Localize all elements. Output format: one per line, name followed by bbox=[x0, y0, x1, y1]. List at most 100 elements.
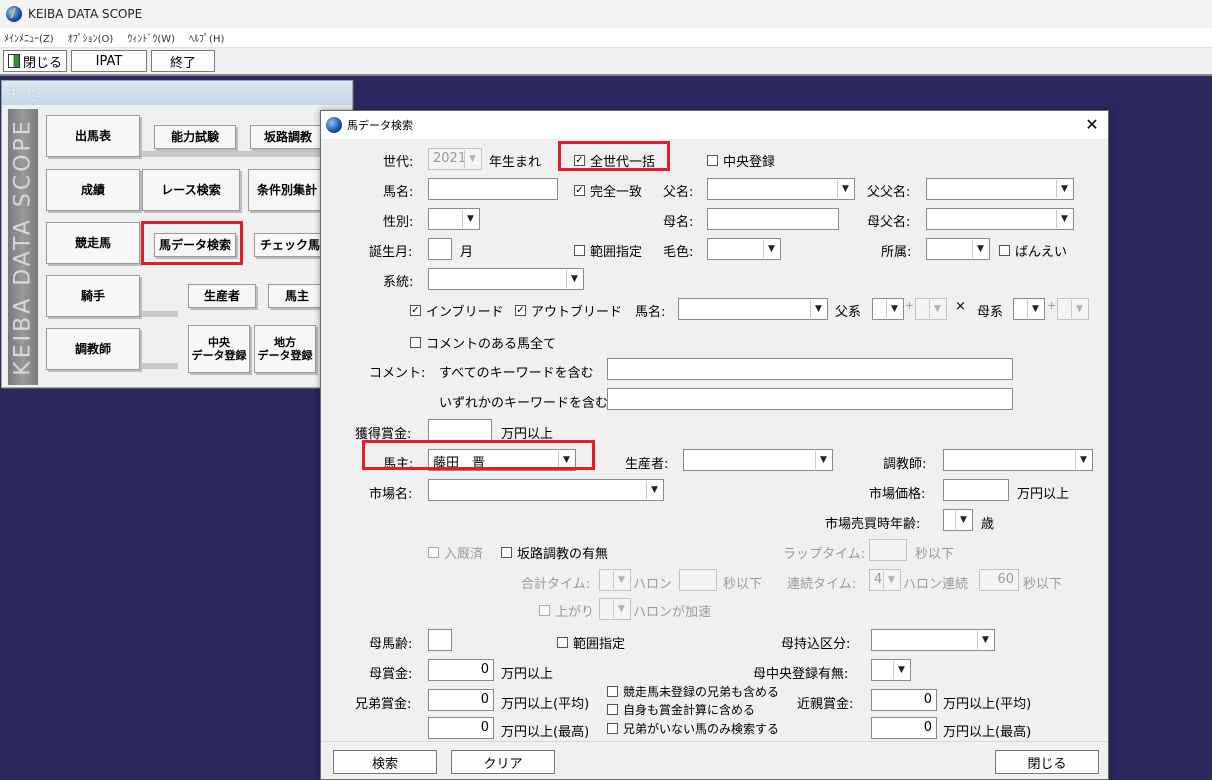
rising-checkbox[interactable]: 上がり bbox=[539, 601, 594, 620]
include-unreg-siblings-checkbox[interactable]: 競走馬未登録の兄弟も含める bbox=[607, 683, 779, 700]
sire-name-select[interactable]: ▼ bbox=[707, 178, 855, 200]
app-titlebar: KEIBA DATA SCOPE bbox=[0, 0, 1212, 28]
start-btn-horse-data-search[interactable]: 馬データ検索 bbox=[154, 233, 236, 257]
market-price-input[interactable] bbox=[943, 479, 1009, 501]
include-unreg-siblings-label: 競走馬未登録の兄弟も含める bbox=[623, 685, 780, 699]
central-reg-checkbox[interactable]: 中央登録 bbox=[707, 151, 775, 170]
birth-range-checkbox[interactable]: 範囲指定 bbox=[574, 241, 642, 260]
sibling-prize-avg-input[interactable]: 0 bbox=[428, 689, 494, 711]
menu-options[interactable]: ｵﾌﾟｼｮﾝ(O) bbox=[68, 30, 114, 45]
prize-input[interactable] bbox=[428, 419, 492, 441]
menu-help[interactable]: ﾍﾙﾌﾟ(H) bbox=[189, 30, 224, 45]
dam-sire-name-label: 母父名: bbox=[867, 215, 911, 230]
owner-value: 藤田 晋 bbox=[433, 456, 486, 471]
dam-central-reg-select[interactable]: ▼ bbox=[871, 659, 911, 681]
consec-sec-input[interactable]: 60 bbox=[979, 569, 1019, 591]
dam-name-input[interactable] bbox=[707, 208, 839, 230]
dam-prize-input[interactable]: 0 bbox=[428, 659, 494, 681]
birth-month-input[interactable] bbox=[428, 238, 452, 260]
grandsire-name-select[interactable]: ▼ bbox=[926, 178, 1074, 200]
rising-select[interactable]: ▼ bbox=[599, 598, 631, 620]
toolbar-ipat-button[interactable]: IPAT bbox=[71, 50, 147, 72]
market-select[interactable]: ▼ bbox=[428, 479, 664, 501]
horse-name-input[interactable] bbox=[428, 178, 558, 200]
checkbox-icon bbox=[999, 245, 1010, 256]
inbreed-checkbox[interactable]: ✓ インブリード bbox=[410, 301, 504, 320]
outbreed-checkbox[interactable]: ✓ アウトブリード bbox=[515, 301, 622, 320]
include-self-checkbox[interactable]: 自身も賞金計算に含める bbox=[607, 701, 755, 718]
chevron-down-icon: ▼ bbox=[613, 571, 629, 589]
trainer-label: 調教師: bbox=[883, 457, 927, 472]
prize-unit: 万円以上 bbox=[501, 427, 554, 442]
sex-select[interactable]: ▼ bbox=[428, 208, 480, 230]
any-keywords-input[interactable] bbox=[607, 388, 1013, 410]
lap-time-input[interactable] bbox=[869, 539, 907, 561]
chevron-down-icon: ▼ bbox=[1027, 300, 1043, 318]
generation-select[interactable]: 2021 ▼ bbox=[428, 148, 482, 170]
start-btn-jockey[interactable]: 騎手 bbox=[46, 275, 140, 317]
menu-window[interactable]: ｳｨﾝﾄﾞｳ(W) bbox=[127, 30, 175, 45]
start-btn-central-data-reg[interactable]: 中央 データ登録 bbox=[188, 325, 250, 373]
sire-line-select-1[interactable]: ▼ bbox=[872, 298, 904, 320]
dam-line-select-1[interactable]: ▼ bbox=[1013, 298, 1045, 320]
start-btn-condition-stats[interactable]: 条件別集計 bbox=[248, 169, 326, 211]
dam-import-select[interactable]: ▼ bbox=[871, 629, 995, 651]
start-btn-entries[interactable]: 出馬表 bbox=[46, 115, 140, 157]
search-button[interactable]: 検索 bbox=[333, 750, 437, 774]
all-keywords-input[interactable] bbox=[607, 358, 1013, 380]
dam-sire-name-select[interactable]: ▼ bbox=[926, 208, 1074, 230]
generation-value: 2021 bbox=[433, 151, 467, 166]
dialog-close-icon[interactable]: ✕ bbox=[1082, 114, 1102, 134]
start-btn-owner[interactable]: 馬主 bbox=[268, 284, 326, 308]
trainer-select[interactable]: ▼ bbox=[943, 449, 1093, 471]
birth-month-label: 誕生月: bbox=[369, 245, 413, 260]
sire-line-select-2[interactable]: ▼ bbox=[915, 298, 947, 320]
close-button[interactable]: 閉じる bbox=[995, 750, 1099, 774]
start-btn-trainer[interactable]: 調教師 bbox=[46, 328, 140, 370]
slope-training-checkbox[interactable]: 坂路調教の有無 bbox=[501, 543, 608, 562]
chevron-down-icon: ▼ bbox=[837, 180, 853, 198]
clear-button[interactable]: クリア bbox=[451, 750, 555, 774]
relative-prize-max-input[interactable]: 0 bbox=[871, 717, 937, 739]
owner-select[interactable]: 藤田 晋 ▼ bbox=[428, 449, 576, 471]
toolbar-close-button[interactable]: 閉じる bbox=[3, 50, 67, 72]
dam-age-input[interactable] bbox=[428, 629, 452, 651]
dam-range-checkbox[interactable]: 範囲指定 bbox=[557, 633, 625, 652]
grandsire-name-label: 父父名: bbox=[867, 185, 911, 200]
start-btn-racehorse[interactable]: 競走馬 bbox=[46, 222, 140, 264]
sibling-prize-max-input[interactable]: 0 bbox=[428, 717, 494, 739]
checkbox-icon bbox=[574, 245, 585, 256]
banei-checkbox[interactable]: ばんえい bbox=[999, 241, 1067, 260]
commented-all-checkbox[interactable]: コメントのある馬全て bbox=[410, 333, 556, 352]
start-btn-breeder[interactable]: 生産者 bbox=[188, 284, 256, 308]
breed-horse-name-select[interactable]: ▼ bbox=[678, 298, 828, 320]
affiliation-select[interactable]: ▼ bbox=[926, 238, 990, 260]
start-btn-race-search[interactable]: レース検索 bbox=[142, 169, 240, 211]
relative-prize-avg-input[interactable]: 0 bbox=[871, 689, 937, 711]
total-time-select[interactable]: ▼ bbox=[599, 569, 631, 591]
comment-label: コメント: bbox=[369, 366, 426, 381]
lineage-select[interactable]: ▼ bbox=[428, 268, 584, 290]
born-label: 年生まれ bbox=[489, 155, 542, 170]
checkbox-icon bbox=[607, 686, 618, 697]
dialog-title: 馬データ検索 bbox=[347, 119, 413, 132]
admitted-checkbox[interactable]: 入厩済 bbox=[428, 543, 483, 562]
start-btn-results[interactable]: 成績 bbox=[46, 169, 140, 211]
menu-main[interactable]: ﾒｲﾝﾒﾆｭｰ(Z) bbox=[4, 30, 54, 45]
checked-icon: ✓ bbox=[515, 305, 526, 316]
consec-time-select[interactable]: 4 ▼ bbox=[869, 569, 901, 591]
start-btn-slope-training[interactable]: 坂路調教 bbox=[250, 125, 326, 149]
breeder-select[interactable]: ▼ bbox=[683, 449, 833, 471]
only-no-siblings-checkbox[interactable]: 兄弟がいない馬のみ検索する bbox=[607, 720, 779, 737]
toolbar-end-button[interactable]: 終了 bbox=[151, 50, 215, 72]
total-time-input[interactable] bbox=[679, 569, 717, 591]
start-btn-ability-test[interactable]: 能力試験 bbox=[154, 125, 236, 149]
start-btn-check-horse[interactable]: チェック馬 bbox=[254, 233, 326, 257]
relative-avg-unit: 万円以上(平均) bbox=[943, 697, 1032, 712]
all-generations-checkbox[interactable]: ✓ 全世代一括 bbox=[574, 151, 655, 170]
start-btn-local-data-reg[interactable]: 地方 データ登録 bbox=[254, 325, 316, 373]
dam-line-select-2[interactable]: ▼ bbox=[1057, 298, 1089, 320]
coat-select[interactable]: ▼ bbox=[707, 238, 781, 260]
market-age-select[interactable]: ▼ bbox=[943, 509, 973, 531]
exact-match-checkbox[interactable]: ✓ 完全一致 bbox=[574, 181, 642, 200]
